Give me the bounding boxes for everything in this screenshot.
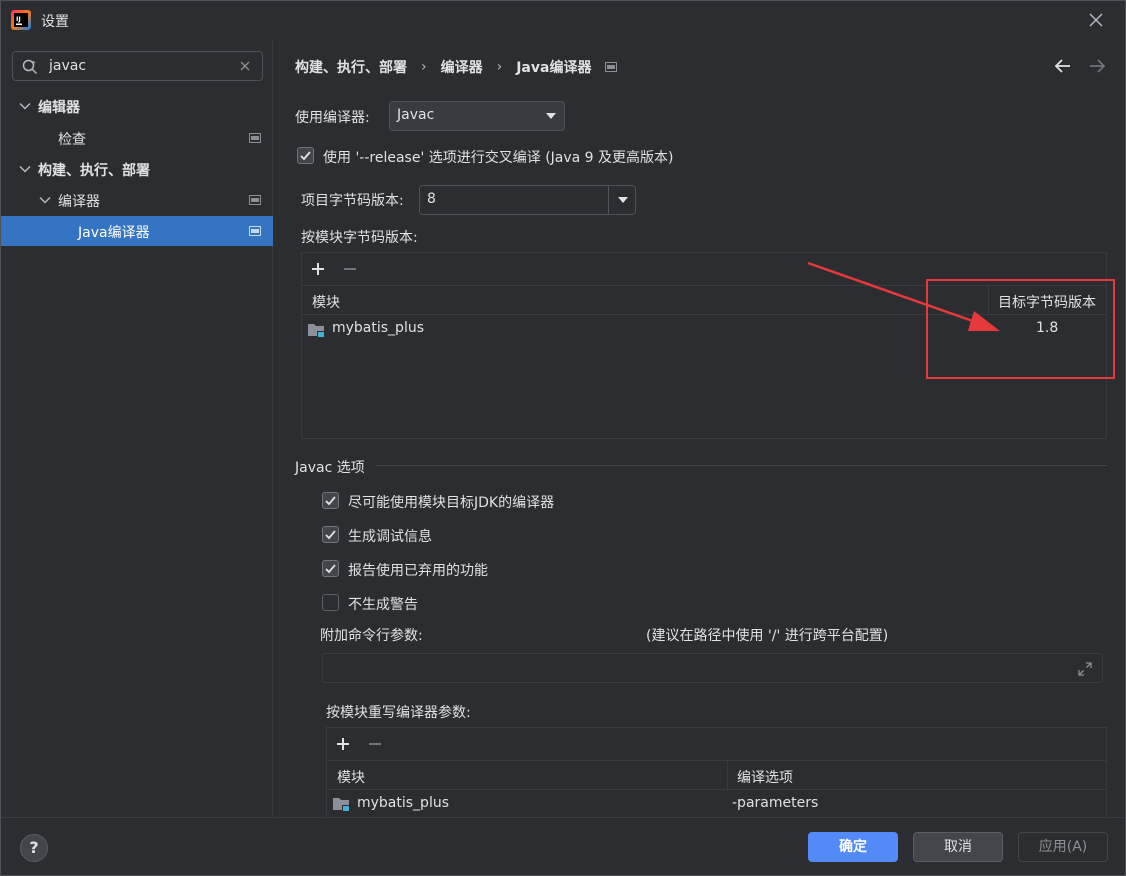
module-folder-icon: [333, 798, 349, 811]
chevron-down-icon: [618, 197, 628, 203]
javac-options-section-title: Javac 选项: [295, 460, 365, 476]
use-module-jdk-checkbox[interactable]: [322, 492, 339, 509]
checkmark-icon: [300, 151, 311, 161]
breadcrumb-separator: ›: [496, 59, 503, 75]
sidebar-item-label: Java编译器: [78, 225, 150, 241]
minus-icon[interactable]: [342, 261, 358, 277]
compile-options-value[interactable]: -parameters: [732, 795, 818, 811]
project-bytecode-dropdown-button[interactable]: [608, 186, 635, 214]
breadcrumb-item[interactable]: 编译器: [441, 57, 483, 77]
search-icon: [22, 59, 38, 75]
table-header: 模块 编译选项: [327, 760, 1106, 790]
breadcrumb: 构建、执行、部署 › 编译器 › Java编译器: [295, 57, 618, 77]
annotation-arrow-icon: [807, 261, 1000, 331]
use-module-jdk-label[interactable]: 尽可能使用模块目标JDK的编译器: [348, 492, 554, 512]
module-name[interactable]: mybatis_plus: [332, 320, 424, 336]
per-module-bytecode-label: 按模块字节码版本:: [301, 230, 418, 246]
checkmark-icon: [325, 496, 336, 506]
project-bytecode-label: 项目字节码版本:: [301, 193, 404, 209]
dialog-footer: ? 确定 取消 应用(A): [1, 817, 1125, 875]
compiler-select[interactable]: Javac: [389, 101, 565, 131]
sidebar-item-label: 检查: [58, 132, 86, 148]
sidebar-item-java-compiler[interactable]: Java编译器: [1, 216, 273, 246]
use-compiler-label: 使用编译器:: [295, 110, 370, 126]
cancel-button[interactable]: 取消: [913, 832, 1003, 862]
arrow-right-icon[interactable]: [1087, 57, 1107, 75]
svg-text:IJ: IJ: [16, 15, 21, 23]
extra-args-hint: (建议在路径中使用 '/' 进行跨平台配置): [646, 628, 889, 644]
project-scope-icon: [249, 195, 261, 205]
debug-info-label[interactable]: 生成调试信息: [348, 526, 432, 546]
intellij-logo-icon: IJ: [11, 10, 31, 30]
column-header-module[interactable]: 模块: [337, 767, 365, 787]
sidebar-item-build-execution-deployment[interactable]: 构建、执行、部署: [1, 154, 273, 184]
settings-content: 构建、执行、部署 › 编译器 › Java编译器 使用编译器: Javac 使用…: [274, 39, 1125, 817]
section-divider: [376, 465, 1107, 466]
project-bytecode-combo[interactable]: 8: [419, 185, 636, 215]
release-option-checkbox[interactable]: [297, 147, 314, 164]
table-row[interactable]: mybatis_plus -parameters: [327, 790, 1106, 818]
chevron-down-icon[interactable]: [18, 99, 32, 113]
no-warnings-label[interactable]: 不生成警告: [348, 594, 418, 614]
arrow-left-icon[interactable]: [1053, 57, 1073, 75]
breadcrumb-separator: ›: [421, 59, 427, 75]
clear-search-icon[interactable]: [238, 59, 252, 73]
sidebar-item-label: 编辑器: [38, 100, 80, 116]
checkmark-icon: [325, 564, 336, 574]
minus-icon[interactable]: [367, 736, 383, 752]
project-bytecode-value[interactable]: 8: [427, 191, 436, 207]
close-icon[interactable]: [1085, 9, 1107, 31]
no-warnings-checkbox[interactable]: [322, 594, 339, 611]
title-bar: IJ 设置: [1, 1, 1125, 39]
ok-button[interactable]: 确定: [808, 832, 898, 862]
help-button[interactable]: ?: [20, 834, 48, 862]
module-folder-icon: [308, 324, 324, 337]
sidebar-item-label: 构建、执行、部署: [38, 163, 150, 179]
compiler-select-value: Javac: [397, 107, 435, 123]
settings-search-input[interactable]: [49, 56, 229, 76]
window-title: 设置: [41, 14, 69, 30]
project-scope-icon: [249, 133, 261, 143]
settings-search-box[interactable]: [12, 51, 263, 81]
module-name[interactable]: mybatis_plus: [357, 795, 449, 811]
breadcrumb-item[interactable]: 构建、执行、部署: [295, 57, 407, 77]
checkmark-icon: [325, 530, 336, 540]
table-toolbar: [327, 728, 1106, 760]
project-scope-icon: [605, 62, 618, 72]
chevron-down-icon[interactable]: [38, 193, 52, 207]
release-option-label[interactable]: 使用 '--release' 选项进行交叉编译 (Java 9 及更高版本): [323, 147, 674, 167]
sidebar-item-compiler[interactable]: 编译器: [1, 185, 273, 215]
apply-button[interactable]: 应用(A): [1018, 832, 1108, 862]
debug-info-checkbox[interactable]: [322, 526, 339, 543]
plus-icon[interactable]: [310, 261, 326, 277]
project-scope-icon: [249, 226, 261, 236]
plus-icon[interactable]: [335, 736, 351, 752]
override-params-label: 按模块重写编译器参数:: [326, 705, 471, 721]
report-deprecated-checkbox[interactable]: [322, 560, 339, 577]
sidebar-item-label: 编译器: [58, 194, 100, 210]
chevron-down-icon[interactable]: [18, 162, 32, 176]
extra-args-input[interactable]: [322, 653, 1103, 683]
column-header-compile-options[interactable]: 编译选项: [737, 767, 793, 787]
breadcrumb-item-current: Java编译器: [516, 60, 592, 76]
override-params-table: 模块 编译选项 mybatis_plus -parameters: [326, 727, 1107, 817]
sidebar-item-editor[interactable]: 编辑器: [1, 91, 273, 121]
extra-args-label: 附加命令行参数:: [320, 628, 423, 644]
sidebar-item-inspections[interactable]: 检查: [1, 123, 273, 153]
expand-icon[interactable]: [1078, 662, 1092, 676]
settings-dialog: IJ 设置 编辑器 检查: [0, 0, 1126, 876]
column-header-module[interactable]: 模块: [312, 292, 340, 312]
chevron-down-icon: [546, 113, 556, 119]
report-deprecated-label[interactable]: 报告使用已弃用的功能: [348, 560, 488, 580]
column-divider[interactable]: [727, 760, 728, 790]
settings-sidebar: 编辑器 检查 构建、执行、部署 编译器 Ja: [1, 39, 273, 817]
